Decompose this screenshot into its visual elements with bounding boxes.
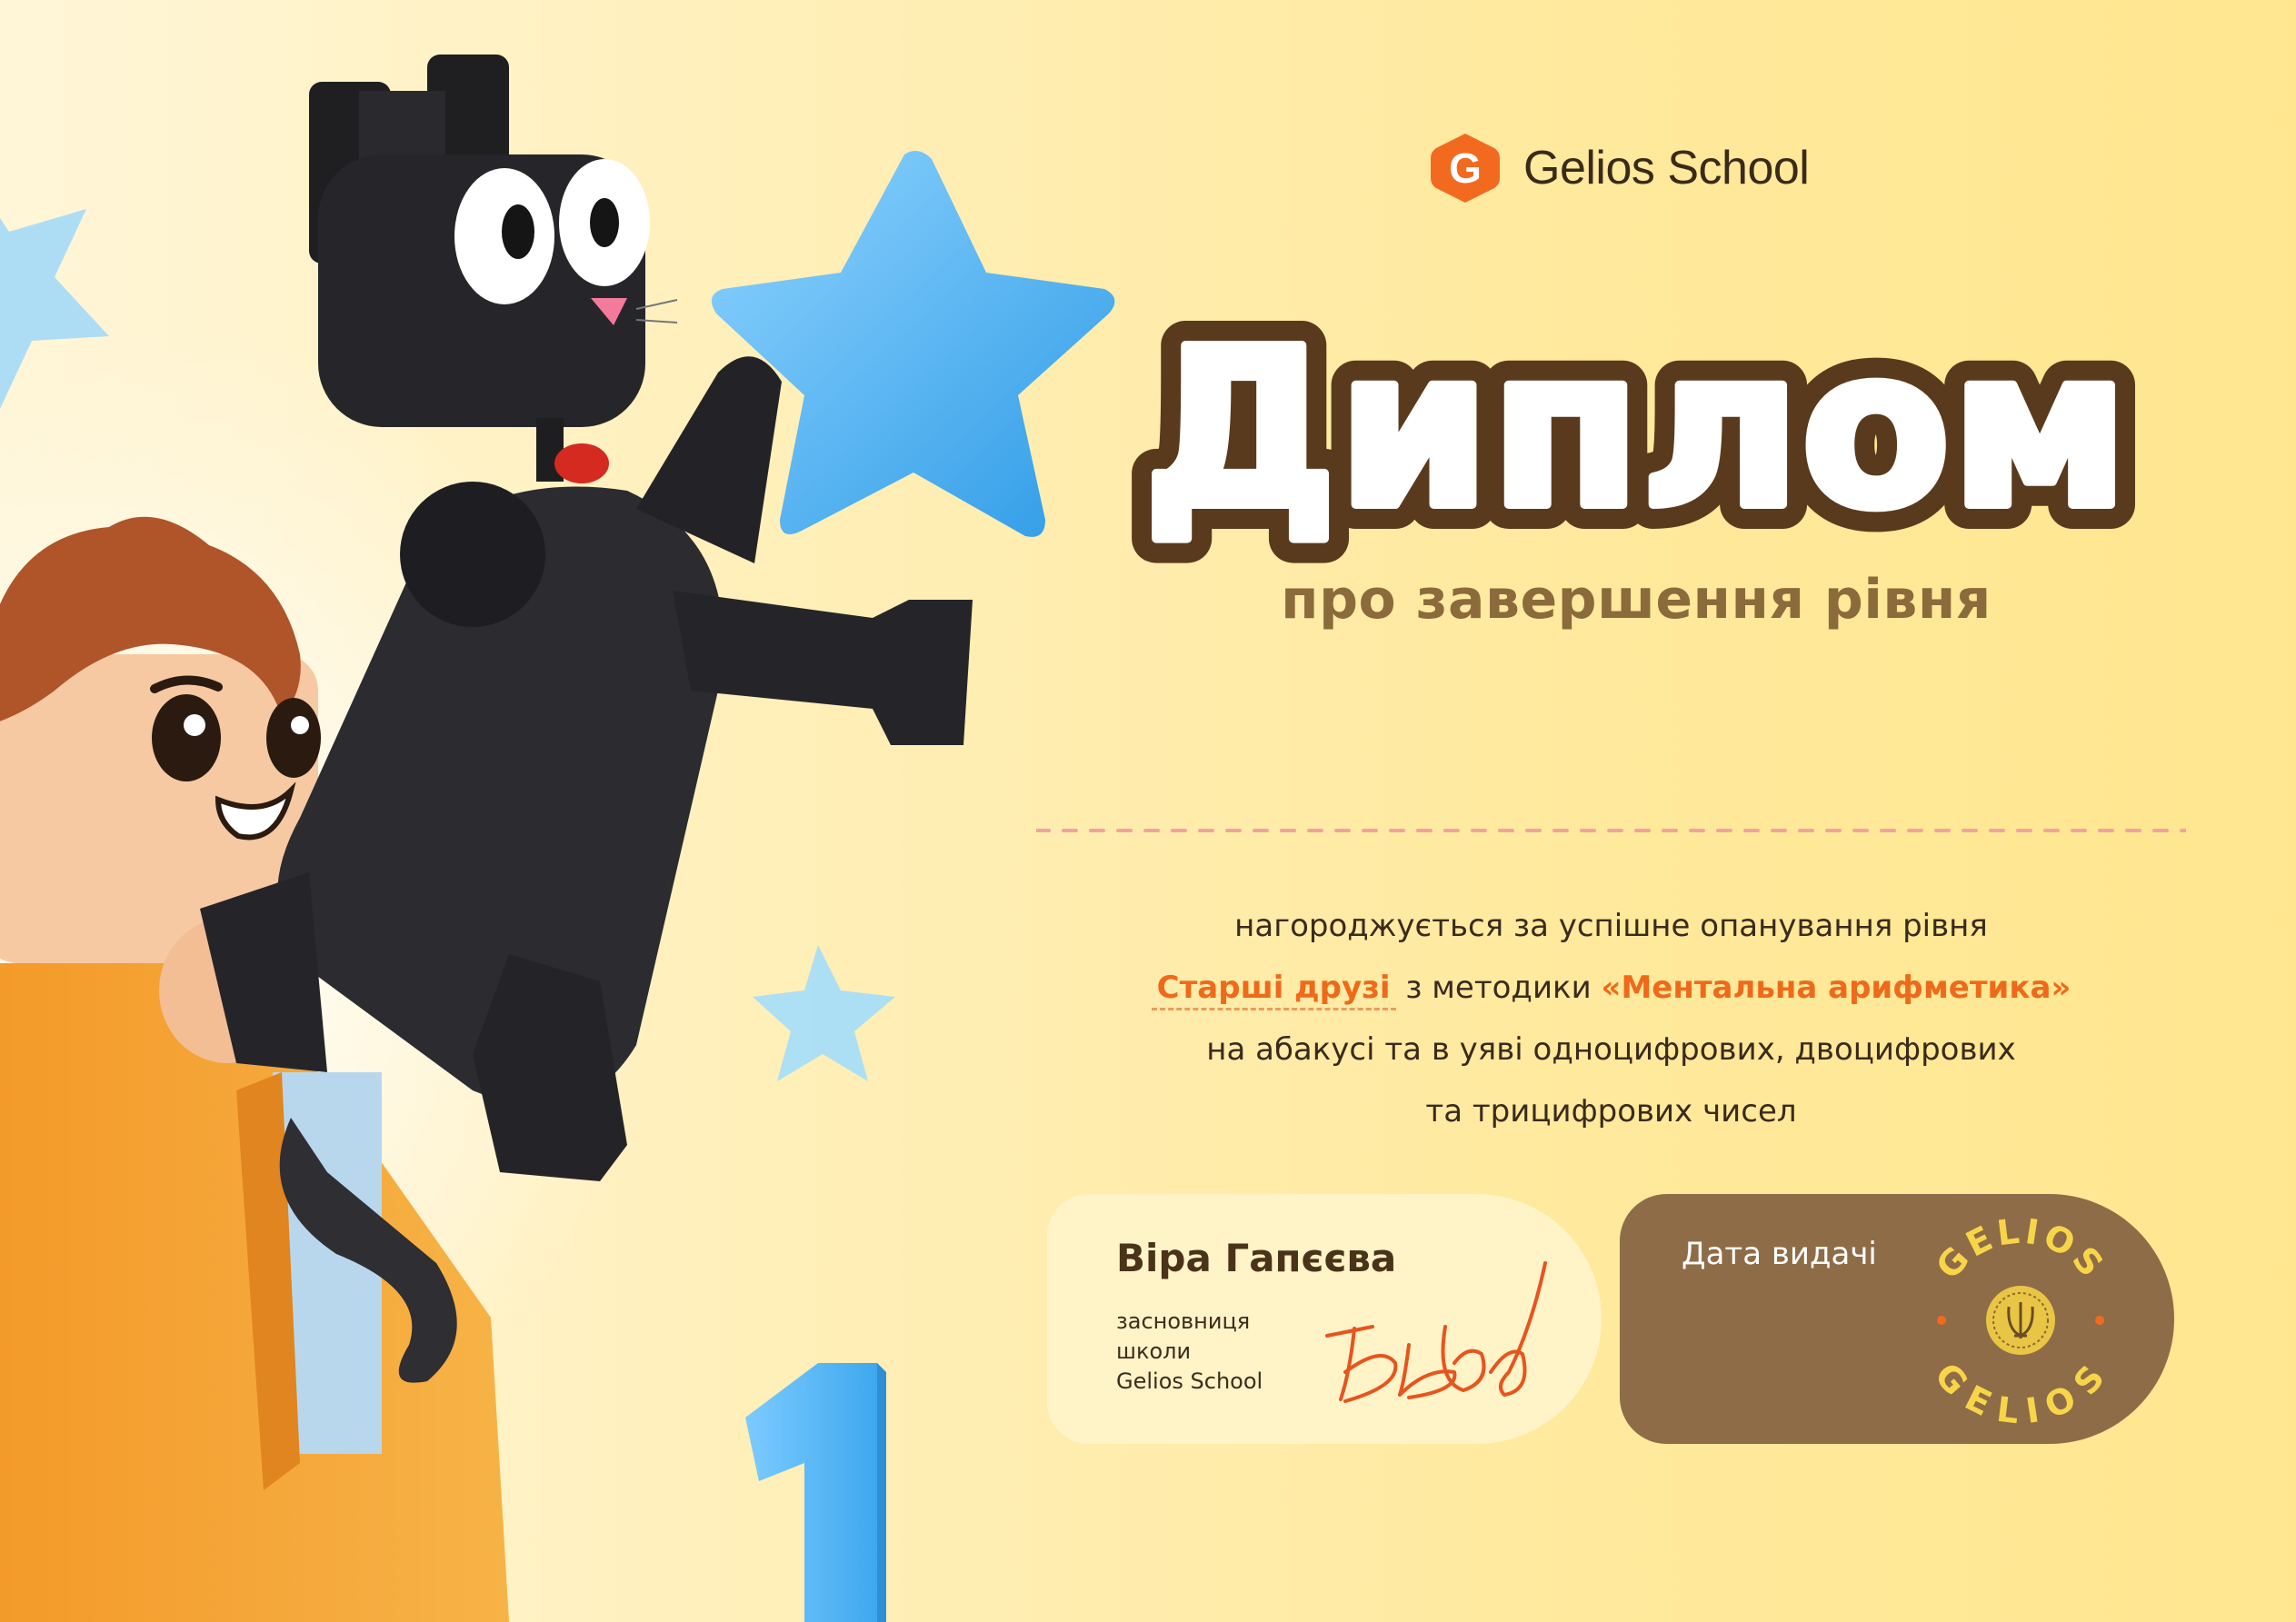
signatory-role: засновниця школи Gelios School (1116, 1307, 1263, 1397)
signatory-role-line: Gelios School (1116, 1368, 1263, 1394)
signatory-role-line: засновниця (1116, 1309, 1251, 1334)
award-line-2: Старші друзі з методики «Ментальна арифм… (1036, 957, 2186, 1019)
method-prefix: з методики (1395, 970, 1602, 1006)
diploma-title-text: Диплом (1143, 302, 2130, 556)
diploma-title: Диплом Диплом (1119, 300, 2154, 572)
number-one-icon (745, 1363, 886, 1622)
signatory-role-line: школи (1116, 1338, 1192, 1364)
diploma-subtitle: про завершення рівня (1281, 568, 1992, 632)
dashed-divider (1036, 829, 2186, 832)
gelios-seal: GELIOS GELIOS (1919, 1216, 2122, 1425)
level-name: Старші друзі (1151, 970, 1396, 1010)
award-line-3: на абакусі та в уяві одноцифрових, двоци… (1206, 1031, 2016, 1068)
brand-name: Gelios School (1523, 142, 1810, 194)
award-line-1: нагороджується за успішне опанування рів… (1234, 908, 1988, 944)
handwritten-signature (1325, 1261, 1547, 1403)
illustration (0, 55, 1115, 1622)
gelios-g-icon: G (1431, 134, 1500, 203)
issue-date-label: Дата видачі (1682, 1236, 1877, 1272)
award-line-4: та трицифрових чисел (1425, 1093, 1797, 1129)
method-name: «Ментальна арифметика» (1601, 970, 2071, 1006)
award-text: нагороджується за успішне опанування рів… (1036, 895, 2186, 1142)
brand-logo-letter: G (1449, 144, 1482, 192)
brand-header: G Gelios School (1427, 127, 1810, 209)
